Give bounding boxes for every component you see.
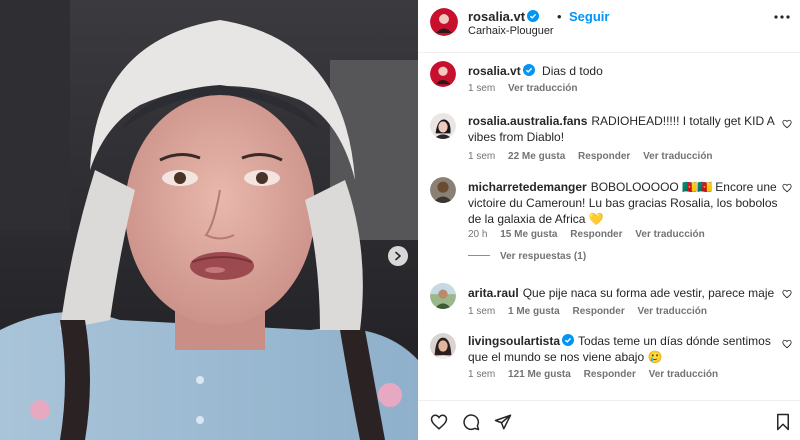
comment-username[interactable]: arita.raul (468, 286, 519, 300)
comment-likes[interactable]: 15 Me gusta (500, 229, 557, 240)
verified-badge-icon (562, 334, 575, 346)
comment-meta: 1 sem 121 Me gusta Responder Ver traducc… (468, 369, 728, 380)
comments-list[interactable]: rosalia.vt Dias d todo 1 sem Ver traducc… (418, 53, 800, 400)
reply-button[interactable]: Responder (584, 369, 636, 380)
comment-text-block: rosalia.vt Dias d todo (468, 63, 778, 79)
red-avatar (430, 61, 456, 87)
avatar[interactable] (430, 61, 456, 87)
replies-line (468, 255, 490, 256)
post-location[interactable]: Carhaix-Plouguer (468, 25, 554, 37)
avatar[interactable] (430, 8, 458, 36)
comment-item: micharretedemanger BOBOLOOOOO 🇨🇲🇨🇲 Encore… (418, 171, 800, 267)
post-action-bar (418, 400, 800, 440)
heart-icon[interactable] (782, 339, 792, 349)
post-media[interactable] (0, 0, 418, 440)
verified-badge-icon (527, 10, 540, 22)
reply-button[interactable]: Responder (570, 229, 622, 240)
comment-meta: 1 sem Ver traducción (468, 83, 587, 94)
comment-time[interactable]: 1 sem (468, 151, 495, 162)
comment-username[interactable]: micharretedemanger (468, 180, 587, 194)
comment-username[interactable]: livingsoulartista (468, 334, 575, 348)
post-header: rosalia.vt • Seguir Carhaix-Plouguer (418, 0, 800, 52)
comment-time[interactable]: 20 h (468, 229, 487, 240)
comment-text: Dias d todo (542, 64, 603, 78)
chevron-right-icon (395, 251, 401, 261)
next-image-button[interactable] (388, 246, 408, 266)
avatar[interactable] (430, 113, 456, 139)
post-side-panel: rosalia.vt • Seguir Carhaix-Plouguer ros… (418, 0, 800, 440)
comment-time[interactable]: 1 sem (468, 306, 495, 317)
translate-link[interactable]: Ver traducción (643, 151, 712, 162)
avatar[interactable] (430, 283, 456, 309)
translate-link[interactable]: Ver traducción (638, 306, 707, 317)
caption-comment: rosalia.vt Dias d todo 1 sem Ver traducc… (418, 53, 800, 103)
comment-time[interactable]: 1 sem (468, 369, 495, 380)
reply-button[interactable]: Responder (578, 151, 630, 162)
more-options-icon[interactable] (774, 14, 790, 20)
comment-username[interactable]: rosalia.vt (468, 64, 535, 78)
view-replies-label[interactable]: Ver respuestas (1) (500, 251, 586, 262)
separator-dot: • (557, 9, 562, 24)
avatar[interactable] (430, 333, 456, 359)
heart-icon[interactable] (782, 183, 792, 193)
comment-item: livingsoulartista Todas teme un días dónd… (418, 329, 800, 395)
comment-likes[interactable]: 121 Me gusta (508, 369, 571, 380)
comment-likes[interactable]: 22 Me gusta (508, 151, 565, 162)
share-icon[interactable] (494, 413, 512, 431)
translate-link[interactable]: Ver traducción (508, 83, 577, 94)
comment-likes[interactable]: 1 Me gusta (508, 306, 560, 317)
view-replies-button[interactable]: Ver respuestas (1) (468, 251, 586, 262)
translate-link[interactable]: Ver traducción (649, 369, 718, 380)
comment-item: arita.raul Que pije naca su forma ade ves… (418, 277, 800, 327)
reply-button[interactable]: Responder (572, 306, 624, 317)
follow-button[interactable]: Seguir (569, 9, 609, 24)
red-avatar (430, 8, 458, 36)
heart-icon[interactable] (782, 119, 792, 129)
like-heart-icon[interactable] (430, 413, 448, 431)
comment-meta: 1 sem 22 Me gusta Responder Ver traducci… (468, 151, 723, 162)
woman-avatar (430, 333, 456, 359)
comment-time[interactable]: 1 sem (468, 83, 495, 94)
comment-text-block: livingsoulartista Todas teme un días dónd… (468, 333, 778, 365)
translate-link[interactable]: Ver traducción (635, 229, 704, 240)
comment-text: Que pije naca su forma ade vestir, parec… (522, 286, 775, 300)
comment-text-block: rosalia.australia.fans RADIOHEAD!!!!! I t… (468, 113, 778, 145)
comment-username[interactable]: rosalia.australia.fans (468, 114, 587, 128)
bookmark-icon[interactable] (774, 413, 792, 431)
comment-text-block: arita.raul Que pije naca su forma ade ves… (468, 285, 778, 301)
verified-badge-icon (522, 64, 535, 76)
header-username-row[interactable]: rosalia.vt (468, 9, 540, 24)
portrait-avatar (430, 113, 456, 139)
comment-item: rosalia.australia.fans RADIOHEAD!!!!! I t… (418, 105, 800, 167)
comment-text-block: micharretedemanger BOBOLOOOOO 🇨🇲🇨🇲 Encore… (468, 179, 778, 227)
header-username[interactable]: rosalia.vt (468, 9, 525, 24)
outdoor-avatar (430, 283, 456, 309)
comment-icon[interactable] (462, 413, 480, 431)
post-photo (0, 0, 418, 440)
comment-meta: 20 h 15 Me gusta Responder Ver traducció… (468, 229, 715, 240)
heart-icon[interactable] (782, 289, 792, 299)
man-avatar (430, 177, 456, 203)
avatar[interactable] (430, 177, 456, 203)
comment-meta: 1 sem 1 Me gusta Responder Ver traducció… (468, 306, 717, 317)
